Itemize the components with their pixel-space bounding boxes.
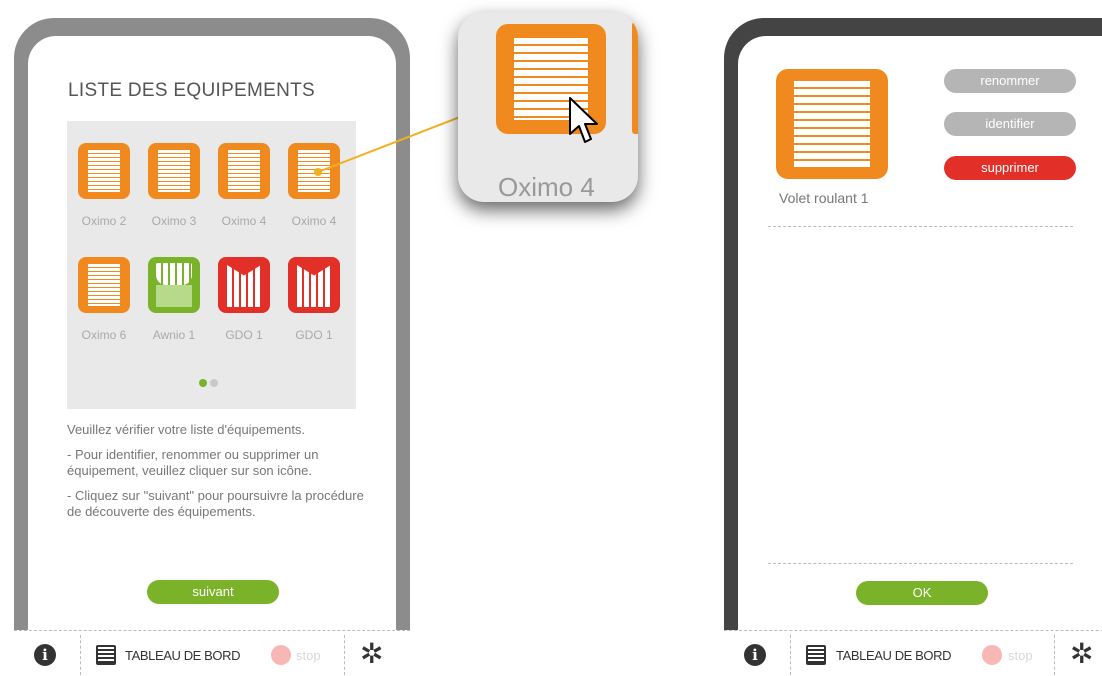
- roller-shutter-icon[interactable]: [78, 143, 130, 199]
- info-icon[interactable]: i: [34, 644, 56, 666]
- gear-icon[interactable]: ✲: [360, 639, 383, 669]
- equipment-grid: Oximo 2 Oximo 3 Oximo 4 Oximo 4 Oximo 6 …: [67, 121, 356, 409]
- garage-door-icon[interactable]: [218, 257, 270, 313]
- stop-label[interactable]: stop: [1008, 648, 1033, 663]
- pagination-dots: [199, 379, 218, 387]
- equipment-item[interactable]: Oximo 6: [74, 257, 134, 342]
- gear-icon[interactable]: ✲: [1070, 639, 1093, 669]
- divider: [768, 563, 1073, 564]
- page-dot[interactable]: [210, 379, 218, 387]
- roller-shutter-icon[interactable]: [148, 143, 200, 199]
- page-dot-active[interactable]: [199, 379, 207, 387]
- roller-shutter-icon: [776, 69, 888, 179]
- awning-icon[interactable]: [148, 257, 200, 313]
- dashboard-icon[interactable]: [96, 645, 116, 665]
- roller-shutter-icon[interactable]: [218, 143, 270, 199]
- zoom-callout: Oximo 4: [458, 12, 638, 202]
- garage-door-icon[interactable]: [288, 257, 340, 313]
- next-button[interactable]: suivant: [147, 580, 279, 604]
- help-text: Veuillez vérifier votre liste d'équipeme…: [67, 422, 367, 529]
- stop-icon[interactable]: [271, 645, 291, 665]
- bottom-bar-left: i TABLEAU DE BORD stop ✲: [14, 630, 410, 676]
- equipment-item[interactable]: Oximo 3: [144, 143, 204, 228]
- equipment-item[interactable]: Oximo 4: [214, 143, 274, 228]
- equipment-item[interactable]: Oximo 2: [74, 143, 134, 228]
- equipment-label: Awnio 1: [152, 328, 196, 342]
- divider: [790, 635, 791, 675]
- device-name: Volet roulant 1: [779, 190, 869, 206]
- dashboard-icon[interactable]: [806, 645, 826, 665]
- equipment-item[interactable]: GDO 1: [284, 257, 344, 342]
- equipment-label: Oximo 2: [81, 214, 127, 228]
- equipment-label: GDO 1: [295, 328, 333, 342]
- ok-button[interactable]: OK: [856, 581, 988, 605]
- equipment-label: Oximo 4: [291, 214, 337, 228]
- help-line: Veuillez vérifier votre liste d'équipeme…: [67, 422, 306, 437]
- divider: [344, 635, 345, 675]
- stop-icon[interactable]: [982, 645, 1002, 665]
- equipment-label: Oximo 4: [221, 214, 267, 228]
- roller-shutter-icon[interactable]: [78, 257, 130, 313]
- zoom-label: Oximo 4: [498, 172, 595, 202]
- divider: [80, 635, 81, 675]
- help-line: - Pour identifier, renommer ou supprimer…: [67, 447, 319, 478]
- next-icon-edge: [632, 22, 638, 134]
- equipment-item[interactable]: GDO 1: [214, 257, 274, 342]
- rename-button[interactable]: renommer: [944, 69, 1076, 93]
- info-icon[interactable]: i: [744, 644, 766, 666]
- roller-shutter-icon[interactable]: [288, 143, 340, 199]
- equipment-item[interactable]: Oximo 4: [284, 143, 344, 228]
- equipment-label: Oximo 6: [81, 328, 127, 342]
- dashboard-label[interactable]: TABLEAU DE BORD: [125, 648, 241, 663]
- equipment-label: Oximo 3: [151, 214, 197, 228]
- divider: [1054, 635, 1055, 675]
- cursor-icon: [569, 97, 598, 143]
- divider: [768, 226, 1073, 227]
- identify-button[interactable]: identifier: [944, 112, 1076, 136]
- help-line: - Cliquez sur "suivant" pour poursuivre …: [67, 488, 364, 519]
- equipment-label: GDO 1: [225, 328, 263, 342]
- dashboard-label[interactable]: TABLEAU DE BORD: [836, 648, 952, 663]
- page-title: LISTE DES EQUIPEMENTS: [68, 80, 316, 101]
- bottom-bar-right: i TABLEAU DE BORD stop ✲: [724, 630, 1102, 676]
- delete-button[interactable]: supprimer: [944, 156, 1076, 180]
- equipment-item[interactable]: Awnio 1: [144, 257, 204, 342]
- stop-label[interactable]: stop: [296, 648, 321, 663]
